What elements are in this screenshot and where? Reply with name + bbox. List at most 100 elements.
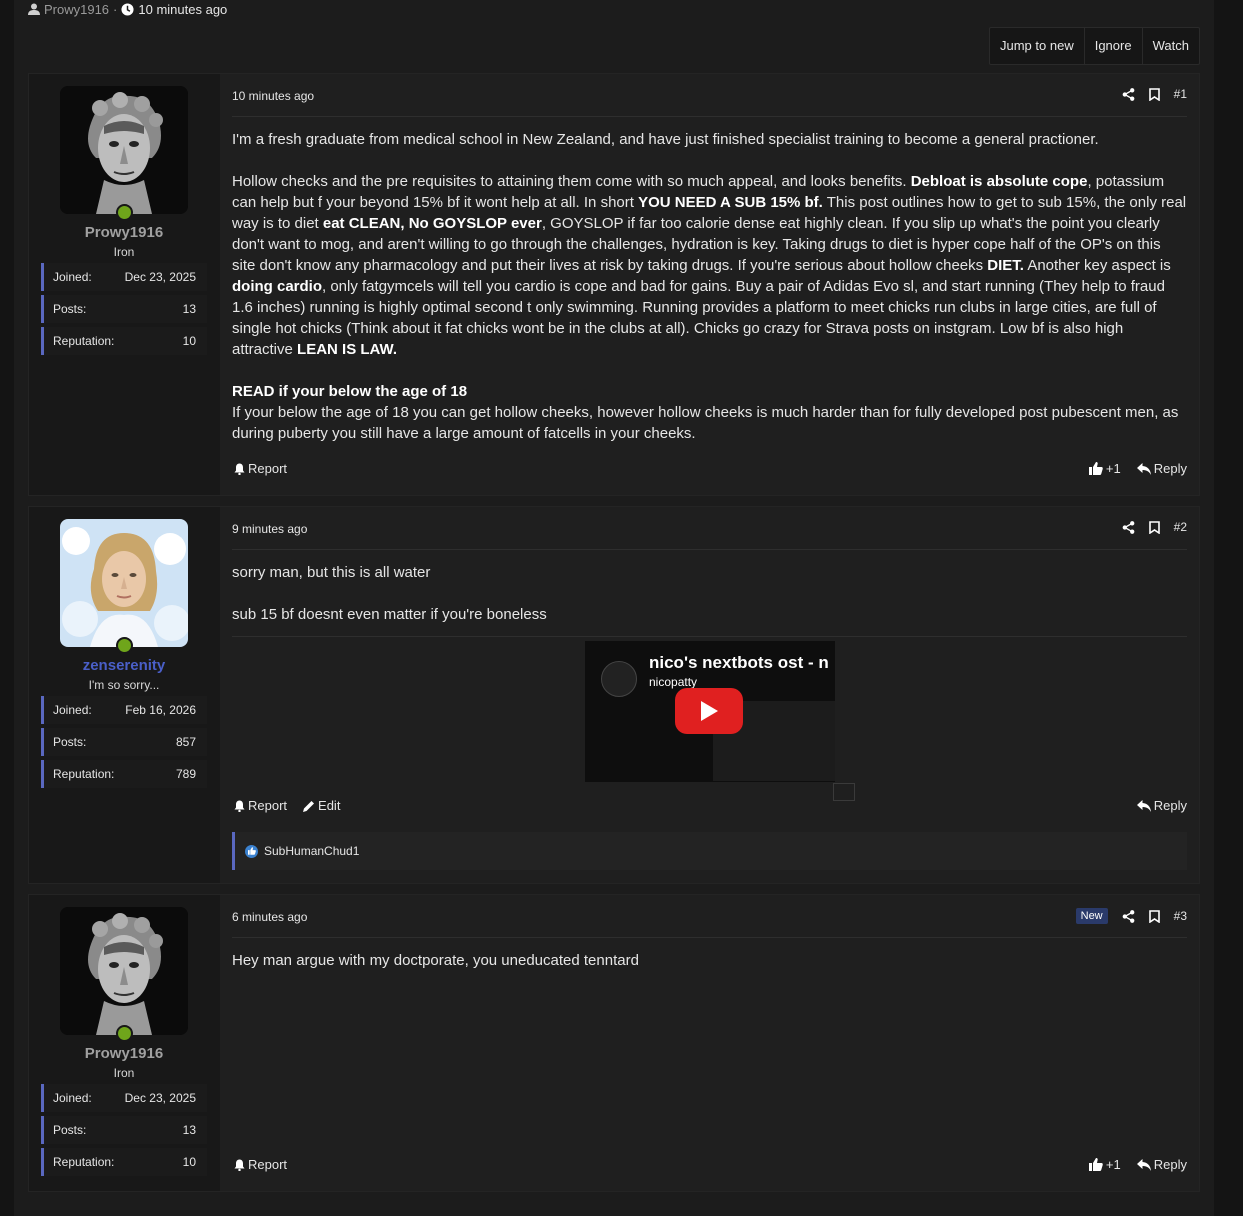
bookmark-icon[interactable] [1148,909,1160,923]
paragraph: sub 15 bf doesnt even matter if you're b… [232,606,547,623]
stat-value: Dec 23, 2025 [124,270,196,284]
share-icon[interactable] [1122,87,1135,101]
bold-text: eat CLEAN, No GOYSLOP ever [322,215,542,232]
post-content: 6 minutes ago New #3 Hey man argue with … [220,895,1199,1191]
online-indicator [116,1025,133,1042]
stat-label: Joined: [53,703,92,717]
bold-text: Debloat is absolute cope [910,173,1088,190]
avatar[interactable] [60,86,188,214]
reply-icon [1136,1158,1151,1171]
stat-reputation: Reputation: 789 [41,760,207,788]
post-body: I'm a fresh graduate from medical school… [232,129,1187,465]
post-time[interactable]: 9 minutes ago [232,522,307,536]
user-title: I'm so sorry... [88,678,160,692]
share-icon[interactable] [1122,520,1135,534]
report-label: Report [248,1157,288,1172]
play-button[interactable] [675,688,743,734]
like-reaction-icon [245,844,258,858]
stat-value: 10 [182,1155,196,1169]
stat-label: Posts: [53,735,87,749]
post-header: 9 minutes ago #2 [232,507,1187,550]
user-title: Iron [113,1066,135,1080]
liked-by-user[interactable]: SubHumanChud1 [264,844,359,858]
thread-meta: Prowy1916 · 10 minutes ago [28,0,227,18]
report-link[interactable]: Report [234,798,287,813]
username[interactable]: Prowy1916 [29,1045,219,1062]
video-title[interactable]: nico's nextbots ost - n [649,653,829,673]
jump-to-new-button[interactable]: Jump to new [990,28,1085,64]
stat-label: Reputation: [53,767,115,781]
avatar[interactable] [60,519,188,647]
stat-label: Joined: [53,1091,92,1105]
post-footer: Report Edit Reply [232,798,1187,818]
report-label: Report [248,461,288,476]
page: Prowy1916 · 10 minutes ago Jump to new I… [14,0,1214,1216]
paragraph: sorry man, but this is all water [232,564,431,581]
post-time[interactable]: 10 minutes ago [232,89,314,103]
post-number[interactable]: #3 [1174,909,1187,923]
user-cell: Prowy1916 Iron Joined: Dec 23, 2025 Posts… [29,895,219,1191]
bold-text: doing cardio [232,278,322,295]
post-time[interactable]: 6 minutes ago [232,910,307,924]
post-footer: Report +1 Reply [232,461,1187,481]
avatar[interactable] [60,907,188,1035]
like-button[interactable]: +1 [1088,1157,1121,1172]
report-link[interactable]: Report [234,461,287,476]
thumbs-up-icon [1088,1158,1103,1171]
stat-reputation: Reputation: 10 [41,1148,207,1176]
post-content: 9 minutes ago #2 sorry man, but this is … [220,507,1199,883]
video-channel[interactable]: nicopatty [649,675,697,689]
bookmark-icon[interactable] [1148,520,1160,534]
online-indicator [116,637,133,654]
post-number[interactable]: #2 [1174,520,1187,534]
post-header: 10 minutes ago #1 [232,74,1187,117]
online-indicator [116,204,133,221]
thumbs-up-icon [1088,462,1103,475]
paragraph: READ if your below the age of 18 If your … [232,381,1187,444]
reply-button[interactable]: Reply [1136,461,1187,476]
bold-text: YOU NEED A SUB 15% bf. [638,194,823,211]
stat-joined: Joined: Dec 23, 2025 [41,1084,207,1112]
text: Hollow checks and the pre requisites to … [232,173,911,190]
stat-posts: Posts: 13 [41,295,207,323]
stat-reputation: Reputation: 10 [41,327,207,355]
paragraph: I'm a fresh graduate from medical school… [232,131,1099,148]
stat-posts: Posts: 857 [41,728,207,756]
reply-button[interactable]: Reply [1136,1157,1187,1172]
like-count: +1 [1105,1157,1121,1172]
stat-label: Joined: [53,270,92,284]
post-body: sorry man, but this is all water sub 15 … [232,562,1187,646]
stat-value: Dec 23, 2025 [124,1091,196,1105]
watch-button[interactable]: Watch [1143,28,1199,64]
edit-link[interactable]: Edit [303,798,340,813]
bold-text: DIET. [987,257,1024,274]
stat-value: 13 [182,1123,196,1137]
reply-icon [1136,462,1151,475]
paragraph: Hey man argue with my doctporate, you un… [232,952,639,969]
bell-icon [234,800,245,812]
meta-separator: · [113,1,118,17]
thread-author[interactable]: Prowy1916 [44,2,109,17]
reply-icon [1136,799,1151,812]
report-link[interactable]: Report [234,1157,287,1172]
share-icon[interactable] [1122,909,1135,923]
username[interactable]: zenserenity [29,657,219,674]
stat-label: Reputation: [53,334,115,348]
post-number[interactable]: #1 [1174,87,1187,101]
reply-button[interactable]: Reply [1136,798,1187,813]
youtube-embed[interactable]: nico's nextbots ost - n nicopatty [585,641,835,782]
like-button[interactable]: +1 [1088,461,1121,476]
edit-label: Edit [318,798,341,813]
bookmark-icon[interactable] [1148,87,1160,101]
thread-actions: Jump to new Ignore Watch [989,27,1200,65]
user-cell: Prowy1916 Iron Joined: Dec 23, 2025 Posts… [29,74,219,495]
stat-value: 10 [182,334,196,348]
post-footer: Report +1 Reply [232,1157,1187,1177]
divider [232,636,1187,637]
post-body: Hey man argue with my doctporate, you un… [232,950,1187,992]
stat-value: 789 [175,767,196,781]
username[interactable]: Prowy1916 [29,224,219,241]
like-count: +1 [1105,461,1121,476]
stat-value: 13 [182,302,196,316]
ignore-button[interactable]: Ignore [1085,28,1143,64]
